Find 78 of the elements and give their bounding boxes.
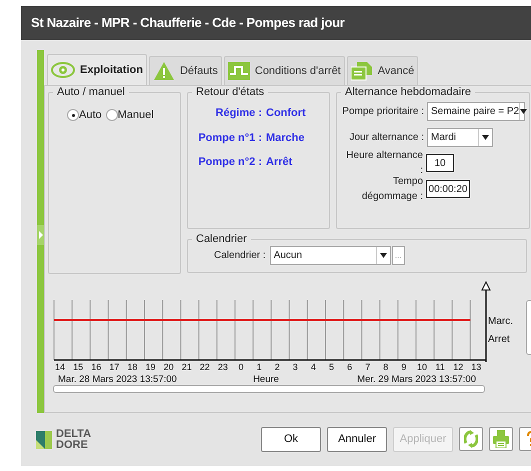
hour-label: 16 bbox=[91, 362, 102, 372]
refresh-button[interactable] bbox=[459, 427, 484, 451]
printer-icon bbox=[493, 430, 510, 448]
document-icon bbox=[350, 61, 373, 81]
radio-button[interactable] bbox=[67, 109, 79, 122]
hour-label: 7 bbox=[365, 362, 370, 372]
print-button[interactable] bbox=[489, 427, 514, 451]
hour-label: 5 bbox=[329, 362, 334, 372]
logo-text: DORE bbox=[56, 440, 89, 450]
state-label: Marc. bbox=[488, 316, 513, 327]
horizontal-scrollbar[interactable] bbox=[53, 385, 485, 393]
logo-text: DELTA bbox=[56, 428, 92, 440]
hour-label: 9 bbox=[401, 362, 406, 372]
hour-label: 11 bbox=[435, 362, 445, 372]
hour-label: 17 bbox=[109, 362, 120, 372]
warning-icon bbox=[152, 61, 175, 81]
square-wave-icon bbox=[228, 62, 250, 80]
status-value: Confort bbox=[266, 106, 306, 121]
hour-label: 23 bbox=[218, 362, 228, 372]
status-label: Pompe n°1 : bbox=[197, 130, 262, 146]
group-title: Auto / manuel bbox=[56, 86, 126, 98]
hour-label: 0 bbox=[238, 362, 244, 372]
calendar-dropdown[interactable]: Aucun bbox=[270, 246, 391, 265]
vertical-scrollbar[interactable] bbox=[526, 300, 531, 355]
hour-label: 2 bbox=[274, 362, 280, 372]
hour-label: 12 bbox=[453, 362, 464, 372]
radio-option[interactable]: Auto bbox=[67, 107, 102, 124]
expand-arrow-icon bbox=[38, 231, 42, 239]
field-label: Jour alternance : bbox=[348, 130, 424, 144]
status-label: Régime : bbox=[214, 106, 262, 121]
dialog-button[interactable]: Ok bbox=[261, 427, 322, 452]
hour-label: 20 bbox=[164, 362, 174, 372]
expand-handle[interactable] bbox=[37, 225, 44, 245]
tab[interactable]: Conditions d'arrêt bbox=[224, 56, 345, 85]
hour-label: 1 bbox=[256, 362, 262, 372]
hour-label: 6 bbox=[347, 362, 352, 372]
tab[interactable]: Défauts bbox=[148, 56, 222, 85]
field-label: Heure alternance : bbox=[345, 149, 423, 177]
hour-label: 3 bbox=[292, 362, 298, 372]
hour-label: 19 bbox=[146, 362, 156, 372]
caret-icon bbox=[482, 134, 489, 140]
hour-label: 4 bbox=[310, 362, 316, 372]
tab[interactable]: Avancé bbox=[346, 56, 418, 85]
caret-icon bbox=[380, 253, 387, 258]
hour-label: 8 bbox=[383, 362, 388, 372]
field-label: Tempo dégommage : bbox=[360, 175, 423, 204]
radio-option[interactable]: Manuel bbox=[106, 107, 154, 124]
hour-label: 22 bbox=[200, 362, 210, 372]
state-label: Arret bbox=[488, 334, 510, 345]
dialog-button[interactable]: Annuler bbox=[327, 427, 388, 452]
hour-label: 14 bbox=[55, 362, 65, 372]
radio-button[interactable] bbox=[106, 109, 118, 122]
axis-title: Heure bbox=[253, 374, 279, 385]
status-value: Arrêt bbox=[266, 155, 292, 170]
field-label: Pompe prioritaire : bbox=[341, 104, 424, 118]
status-label: Pompe n°2 : bbox=[197, 155, 262, 170]
tab[interactable]: Exploitation bbox=[47, 54, 147, 85]
start-date: Mar. 28 Mars 2023 13:57:00 bbox=[58, 374, 177, 385]
hour-label: 13 bbox=[471, 362, 482, 372]
input-field[interactable]: 00:00:20 bbox=[426, 180, 470, 198]
input-field[interactable]: 10 bbox=[426, 154, 454, 172]
refresh-icon bbox=[464, 430, 478, 448]
end-date: Mer. 29 Mars 2023 13:57:00 bbox=[357, 374, 476, 385]
hour-label: 10 bbox=[417, 362, 427, 372]
status-value: Marche bbox=[266, 130, 305, 146]
field-label: Calendrier : bbox=[214, 249, 266, 263]
dropdown[interactable]: Semaine paire = P2 bbox=[427, 102, 525, 120]
group-title: Alternance hebdomadaire bbox=[344, 86, 472, 98]
hour-label: 15 bbox=[73, 362, 84, 372]
group-title: Calendrier bbox=[195, 233, 248, 245]
hour-label: 21 bbox=[182, 362, 192, 372]
caret-icon bbox=[520, 108, 528, 114]
hour-label: 18 bbox=[127, 362, 138, 372]
dropdown[interactable]: Mardi bbox=[427, 128, 493, 146]
group-title: Retour d'états bbox=[195, 86, 266, 98]
window-title: St Nazaire - MPR - Chaufferie - Cde - Pompes rad jour bbox=[31, 14, 344, 32]
logo-icon bbox=[36, 430, 52, 448]
eye-icon bbox=[51, 62, 75, 78]
